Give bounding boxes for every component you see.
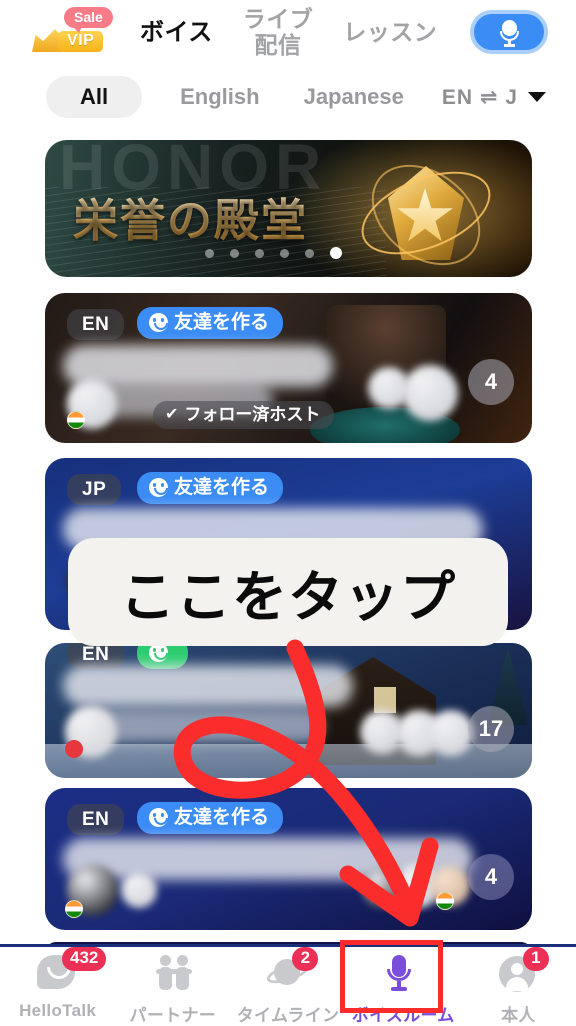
tab-lesson[interactable]: レッスン bbox=[343, 19, 437, 46]
room-topic-tag: 友達を作る bbox=[137, 307, 284, 339]
smiley-icon bbox=[149, 808, 168, 827]
tap-here-tooltip: ここをタップ bbox=[68, 538, 508, 646]
top-bar: VIP Sale ボイス ライブ 配信 レッスン bbox=[0, 0, 576, 66]
room-card[interactable]: EN 17 bbox=[45, 643, 532, 778]
room-member-count: 4 bbox=[468, 854, 514, 900]
pagination-dot-active[interactable] bbox=[330, 247, 342, 259]
language-swap-selector[interactable]: EN ⇌ J bbox=[442, 85, 546, 110]
tab-voice[interactable]: ボイス bbox=[140, 19, 213, 47]
pagination-dot[interactable] bbox=[255, 248, 264, 258]
vip-label: VIP bbox=[58, 31, 104, 52]
filter-row: All English Japanese EN ⇌ J bbox=[0, 66, 576, 128]
vip-sale-badge[interactable]: VIP Sale bbox=[28, 4, 124, 60]
nav-label-timeline: タイムライン bbox=[236, 1006, 340, 1025]
microphone-icon bbox=[499, 20, 519, 47]
voiceroom-highlight-box bbox=[340, 940, 443, 1013]
room-topic-label: 友達を作る bbox=[174, 807, 270, 828]
room-topic-label: 友達を作る bbox=[174, 312, 270, 333]
nav-badge-timeline: 2 bbox=[292, 947, 319, 971]
nav-label-hellotalk: HelloTalk bbox=[19, 1001, 97, 1020]
avatar bbox=[121, 872, 157, 908]
tab-live[interactable]: ライブ 配信 bbox=[243, 6, 314, 59]
room-title-blurred bbox=[63, 665, 353, 707]
nav-label-me: 本人 bbox=[501, 1006, 536, 1025]
nav-item-me[interactable]: 1 本人 bbox=[461, 947, 576, 1026]
room-topic-tag: 友達を作る bbox=[137, 472, 284, 504]
nav-item-timeline[interactable]: 2 タイムライン bbox=[230, 947, 345, 1026]
lang-swap-label: EN ⇌ J bbox=[441, 85, 518, 109]
pagination-dot[interactable] bbox=[280, 248, 289, 258]
room-member-count: 17 bbox=[468, 706, 514, 752]
room-language-badge: JP bbox=[67, 474, 122, 505]
room-topic-label: 友達を作る bbox=[174, 477, 270, 498]
room-card[interactable]: EN 友達を作る 4 bbox=[45, 788, 532, 930]
nav-label-partners: パートナー bbox=[129, 1006, 217, 1025]
avatar bbox=[402, 365, 458, 421]
card-background-image bbox=[374, 687, 396, 713]
chevron-down-icon bbox=[528, 92, 546, 102]
smiley-icon bbox=[149, 313, 168, 332]
room-language-badge: EN bbox=[67, 804, 125, 835]
following-host-badge: ✔ フォロー済ホスト bbox=[153, 401, 335, 429]
room-card[interactable]: EN 友達を作る ✔ フォロー済ホスト 4 bbox=[45, 293, 532, 443]
header-tabs: ボイス ライブ 配信 レッスン bbox=[140, 0, 437, 66]
room-member-count: 4 bbox=[468, 359, 514, 405]
nav-badge-hellotalk: 432 bbox=[62, 947, 107, 971]
partners-icon bbox=[152, 955, 194, 995]
avatar bbox=[428, 710, 474, 756]
room-language-badge: EN bbox=[67, 309, 125, 340]
filter-english[interactable]: English bbox=[180, 76, 259, 118]
room-title-blurred bbox=[63, 345, 333, 387]
banner-pagination-dots[interactable] bbox=[205, 247, 342, 259]
honor-hall-banner[interactable]: HONOR 栄誉の殿堂 bbox=[45, 140, 532, 277]
live-indicator-dot bbox=[65, 740, 83, 758]
sale-label: Sale bbox=[64, 7, 113, 33]
check-icon: ✔ bbox=[165, 405, 179, 423]
create-voice-room-button[interactable] bbox=[470, 10, 548, 54]
tooltip-label: ここをタップ bbox=[119, 565, 456, 629]
trophy-gem-icon bbox=[349, 144, 503, 277]
flag-icon bbox=[65, 900, 83, 918]
flag-icon bbox=[67, 411, 85, 429]
pagination-dot[interactable] bbox=[205, 248, 214, 258]
smiley-icon bbox=[149, 478, 168, 497]
following-host-label: フォロー済ホスト bbox=[184, 405, 321, 424]
nav-badge-me: 1 bbox=[522, 947, 549, 971]
filter-all[interactable]: All bbox=[46, 76, 143, 118]
pagination-dot[interactable] bbox=[305, 248, 314, 258]
nav-item-hellotalk[interactable]: 432 HelloTalk bbox=[0, 947, 115, 1021]
banner-title: 栄誉の殿堂 bbox=[73, 184, 308, 249]
room-topic-tag: 友達を作る bbox=[137, 802, 284, 834]
bottom-navigation-bar: 432 HelloTalk パートナー 2 タイムライン ボイスルーム 1 本人 bbox=[0, 944, 576, 1026]
app-root: VIP Sale ボイス ライブ 配信 レッスン All English Jap… bbox=[0, 0, 576, 1026]
nav-item-partners[interactable]: パートナー bbox=[115, 947, 230, 1026]
pagination-dot[interactable] bbox=[230, 248, 239, 258]
filter-japanese[interactable]: Japanese bbox=[304, 76, 404, 118]
flag-icon bbox=[436, 892, 454, 910]
